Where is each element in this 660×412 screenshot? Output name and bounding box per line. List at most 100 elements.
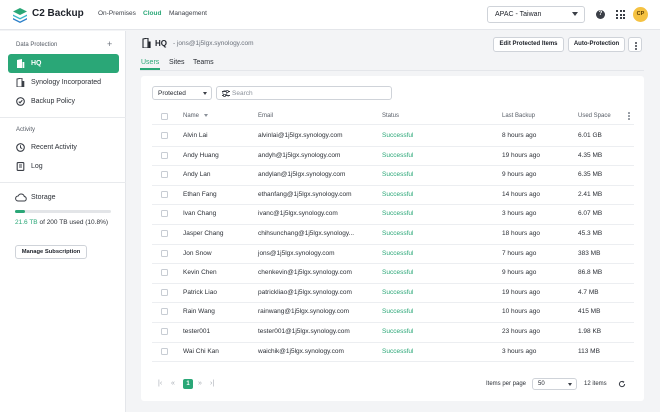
help-icon[interactable]: ? <box>596 10 605 19</box>
cell-email: patrickliao@1j5lgx.synology.com <box>258 288 352 296</box>
chevron-down-icon <box>572 12 578 16</box>
cell-used-space: 6.35 MB <box>578 171 603 179</box>
building-icon <box>142 38 151 48</box>
items-per-page-select[interactable]: 50 <box>532 378 577 390</box>
tabs-divider <box>140 70 644 71</box>
cell-email: waichik@1j5lgx.synology.com <box>258 347 344 355</box>
cell-status: Successful <box>382 288 414 296</box>
chevron-down-icon <box>568 383 572 386</box>
row-checkbox[interactable] <box>161 249 168 257</box>
cell-email: tester001@1j5lgx.synology.com <box>258 328 350 335</box>
cell-name: tester001 <box>183 328 211 335</box>
row-divider <box>152 302 634 304</box>
refresh-icon[interactable] <box>618 380 626 388</box>
next-page-icon[interactable]: » <box>198 380 202 387</box>
auto-protection-button[interactable]: Auto-Protection <box>568 37 625 52</box>
filter-value: Protected <box>158 90 186 97</box>
row-checkbox[interactable] <box>161 347 168 355</box>
row-checkbox[interactable] <box>161 288 168 296</box>
page-subtitle: - jons@1j5lgx.synology.com <box>173 40 254 47</box>
cell-name: Jon Snow <box>183 249 212 257</box>
row-checkbox[interactable] <box>161 151 168 159</box>
sidebar-item-backup-policy[interactable]: Backup Policy <box>8 92 119 111</box>
cell-last-backup: 19 hours ago <box>502 151 540 159</box>
cell-name: Andy Lan <box>183 171 211 179</box>
sidebar-item-synology-incorporated[interactable]: Synology Incorporated <box>8 73 119 92</box>
row-checkbox[interactable] <box>161 210 168 218</box>
previous-page-icon[interactable]: « <box>171 380 175 387</box>
select-all-checkbox[interactable] <box>161 113 168 120</box>
app-grid-icon[interactable] <box>616 10 625 19</box>
cell-email: ivanc@1j5lgx.synology.com <box>258 210 338 218</box>
cell-email: chihsunchang@1j5lgx.synology... <box>258 230 355 237</box>
row-checkbox[interactable] <box>161 171 168 179</box>
cell-name: Jasper Chang <box>183 230 224 237</box>
cell-email: alvinlai@1j5lgx.synology.com <box>258 132 343 139</box>
manage-subscription-button[interactable]: Manage Subscription <box>15 245 87 259</box>
active-tab-indicator <box>140 68 160 70</box>
column-header-last-backup[interactable]: Last Backup <box>502 113 535 119</box>
region-value: APAC - Taiwan <box>495 11 542 18</box>
items-count: 12 items <box>584 381 607 387</box>
more-options-icon[interactable] <box>628 37 642 52</box>
row-checkbox[interactable] <box>161 308 168 316</box>
building-icon <box>16 78 25 87</box>
cell-used-space: 4.35 MB <box>578 151 603 159</box>
cell-status: Successful <box>382 132 414 139</box>
nav-cloud[interactable]: Cloud <box>143 10 161 17</box>
cell-status: Successful <box>382 269 414 277</box>
cell-last-backup: 9 hours ago <box>502 171 537 179</box>
cell-last-backup: 9 hours ago <box>502 269 537 277</box>
cell-last-backup: 23 hours ago <box>502 328 540 335</box>
log-icon <box>16 162 25 171</box>
add-icon[interactable]: + <box>107 40 112 49</box>
storage-progress-bar <box>15 210 111 213</box>
column-header-name[interactable]: Name <box>183 113 199 119</box>
cell-name: Andy Huang <box>183 151 219 159</box>
filter-settings-icon[interactable] <box>222 90 230 97</box>
tab-teams[interactable]: Teams <box>193 59 214 66</box>
column-menu-icon[interactable] <box>628 112 630 120</box>
cell-name: Wai Chi Kan <box>183 347 219 355</box>
nav-management[interactable]: Management <box>169 10 207 17</box>
sidebar-item-log[interactable]: Log <box>8 157 119 176</box>
column-header-status[interactable]: Status <box>382 113 399 119</box>
cell-status: Successful <box>382 249 414 257</box>
cell-name: Alvin Lai <box>183 132 208 139</box>
cell-name: Patrick Liao <box>183 288 217 296</box>
edit-protected-items-button[interactable]: Edit Protected Items <box>493 37 564 52</box>
storage-progress-fill <box>15 210 26 213</box>
tab-sites[interactable]: Sites <box>169 59 185 66</box>
sidebar-item-hq[interactable]: HQ <box>8 54 119 73</box>
row-checkbox[interactable] <box>161 230 168 237</box>
last-page-icon[interactable]: ›| <box>210 380 214 387</box>
header-divider <box>152 124 634 125</box>
sidebar-divider <box>0 117 126 118</box>
cell-name: Ethan Fang <box>183 190 217 198</box>
avatar[interactable]: CP <box>633 7 648 22</box>
cell-used-space: 6.01 GB <box>578 132 602 139</box>
column-header-used-space[interactable]: Used Space <box>578 113 611 119</box>
protection-filter-select[interactable]: Protected <box>152 86 212 100</box>
row-checkbox[interactable] <box>161 328 168 335</box>
row-checkbox[interactable] <box>161 269 168 277</box>
cell-last-backup: 3 hours ago <box>502 347 537 355</box>
sidebar-item-label: HQ <box>31 60 42 67</box>
nav-on-premises[interactable]: On-Premises <box>98 10 136 17</box>
cell-email: rainwang@1j5lgx.synology.com <box>258 308 350 316</box>
cell-used-space: 6.07 MB <box>578 210 603 218</box>
cell-last-backup: 14 hours ago <box>502 190 540 198</box>
current-page[interactable]: 1 <box>183 379 193 389</box>
section-title-data-protection: Data Protection <box>16 42 58 48</box>
cell-last-backup: 18 hours ago <box>502 230 540 237</box>
tab-users[interactable]: Users <box>141 59 159 66</box>
cell-used-space: 113 MB <box>578 347 600 355</box>
column-header-email[interactable]: Email <box>258 113 273 119</box>
sidebar-item-recent-activity[interactable]: Recent Activity <box>8 138 119 157</box>
region-select[interactable]: APAC - Taiwan <box>487 6 585 23</box>
row-checkbox[interactable] <box>161 132 168 139</box>
row-divider <box>152 282 634 284</box>
first-page-icon[interactable]: |‹ <box>158 380 162 387</box>
row-checkbox[interactable] <box>161 190 168 198</box>
search-input[interactable] <box>232 88 372 98</box>
